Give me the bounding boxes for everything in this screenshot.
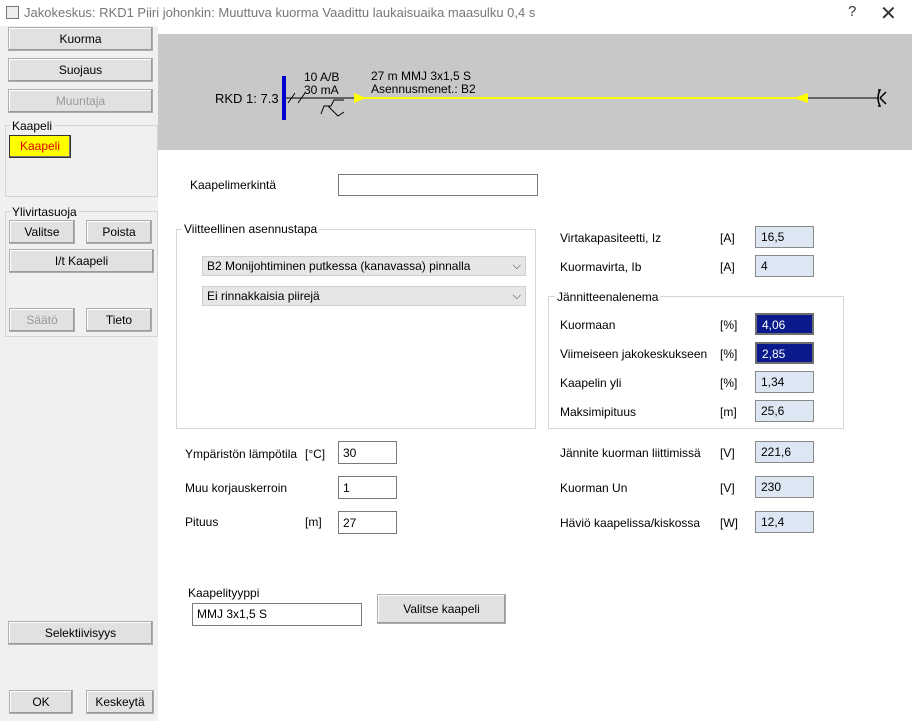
pituus-input[interactable] bbox=[338, 511, 397, 534]
load-symbol-icon bbox=[877, 89, 887, 107]
rcd-symbol bbox=[320, 99, 345, 117]
kuorman-un-value: 230 bbox=[755, 476, 814, 498]
lampotila-input[interactable] bbox=[338, 441, 397, 464]
asennustapa-select-value: B2 Monijohtiminen putkessa (kanavassa) p… bbox=[207, 259, 471, 273]
kaapelimerkinta-input[interactable] bbox=[338, 174, 538, 196]
iz-unit: [A] bbox=[720, 231, 735, 245]
iz-value: 16,5 bbox=[755, 226, 814, 248]
kaapelin-yli-label: Kaapelin yli bbox=[560, 376, 622, 390]
chevron-down-icon: ⌵ bbox=[512, 290, 521, 302]
arrow-left-icon bbox=[794, 93, 808, 103]
ok-button[interactable]: OK bbox=[9, 690, 73, 714]
poista-button[interactable]: Poista bbox=[86, 220, 152, 244]
selektiivisyys-button[interactable]: Selektiivisyys bbox=[8, 621, 153, 645]
help-icon[interactable]: ? bbox=[848, 3, 856, 20]
kuorma-button[interactable]: Kuorma bbox=[8, 27, 153, 51]
jannite-kuorma-value: 221,6 bbox=[755, 441, 814, 463]
viimeiseen-value: 2,85 bbox=[755, 342, 814, 364]
havio-unit: [W] bbox=[720, 516, 738, 530]
ylivirtasuoja-group-label: Ylivirtasuoja bbox=[10, 205, 79, 219]
jannite-kuorma-label: Jännite kuorman liittimissä bbox=[560, 446, 701, 460]
circuit-diagram: RKD 1: 7.3 10 A/B 30 mA 27 m MMJ 3x1,5 S… bbox=[158, 34, 912, 150]
kaapeli-group-label: Kaapeli bbox=[10, 119, 55, 133]
valitse-button[interactable]: Valitse bbox=[9, 220, 75, 244]
jannite-kuorma-unit: [V] bbox=[720, 446, 735, 460]
busbar-mark bbox=[282, 76, 286, 120]
kaapeli-button[interactable]: Kaapeli bbox=[9, 135, 71, 158]
kuormaan-unit: [%] bbox=[720, 318, 738, 332]
rcd-label: 30 mA bbox=[304, 83, 339, 97]
ib-label: Kuormavirta, Ib bbox=[560, 260, 642, 274]
source-label: RKD 1: 7.3 bbox=[215, 91, 279, 106]
keskeyta-button[interactable]: Keskeytä bbox=[86, 690, 154, 714]
rinnakkais-select[interactable]: Ei rinnakkaisia piirejä ⌵ bbox=[202, 286, 526, 306]
iz-label: Virtakapasiteetti, Iz bbox=[560, 231, 662, 245]
rinnakkais-select-value: Ei rinnakkaisia piirejä bbox=[207, 289, 320, 303]
kuormaan-label: Kuormaan bbox=[560, 318, 616, 332]
kaapelityyppi-value[interactable]: MMJ 3x1,5 S bbox=[192, 603, 362, 626]
window-title: Jakokeskus: RKD1 Piiri johonkin: Muuttuv… bbox=[24, 5, 536, 20]
it-kaapeli-button[interactable]: I/t Kaapeli bbox=[9, 249, 154, 273]
install-label: Asennusmenet.: B2 bbox=[371, 82, 476, 96]
havio-value: 12,4 bbox=[755, 511, 814, 533]
viimeiseen-label: Viimeiseen jakokeskukseen bbox=[560, 347, 708, 361]
kaapelimerkinta-label: Kaapelimerkintä bbox=[190, 178, 277, 192]
havio-label: Häviö kaapelissa/kiskossa bbox=[560, 516, 701, 530]
kuorman-un-unit: [V] bbox=[720, 481, 735, 495]
cable-label: 27 m MMJ 3x1,5 S bbox=[371, 69, 472, 83]
arrow-right-icon bbox=[354, 93, 366, 103]
maksimipituus-value: 25,6 bbox=[755, 400, 814, 422]
valitse-kaapeli-button[interactable]: Valitse kaapeli bbox=[377, 594, 506, 624]
app-icon bbox=[6, 6, 19, 19]
ib-value: 4 bbox=[755, 255, 814, 277]
chevron-down-icon: ⌵ bbox=[512, 260, 521, 272]
kaapelityyppi-label: Kaapelityyppi bbox=[188, 586, 260, 600]
tieto-button[interactable]: Tieto bbox=[86, 308, 152, 332]
ib-unit: [A] bbox=[720, 260, 735, 274]
lampotila-unit: [°C] bbox=[305, 447, 326, 461]
viimeiseen-unit: [%] bbox=[720, 347, 738, 361]
asennustapa-select[interactable]: B2 Monijohtiminen putkessa (kanavassa) p… bbox=[202, 256, 526, 276]
jannitteenalenema-group-label: Jännitteenalenema bbox=[555, 290, 661, 304]
pituus-unit: [m] bbox=[305, 515, 322, 529]
korjaus-input[interactable] bbox=[338, 476, 397, 499]
lampotila-label: Ympäristön lämpötila bbox=[185, 447, 298, 461]
maksimipituus-unit: [m] bbox=[720, 405, 737, 419]
kuormaan-value: 4,06 bbox=[755, 313, 814, 335]
pituus-label: Pituus bbox=[185, 515, 219, 529]
close-icon[interactable]: ✕ bbox=[880, 1, 897, 26]
kuorman-un-label: Kuorman Un bbox=[560, 481, 628, 495]
protect-rating-label: 10 A/B bbox=[304, 70, 340, 84]
muuntaja-button[interactable]: Muuntaja bbox=[8, 89, 153, 113]
asennustapa-group-label: Viitteellinen asennustapa bbox=[182, 222, 320, 236]
suojaus-button[interactable]: Suojaus bbox=[8, 58, 153, 82]
saato-button[interactable]: Säätö bbox=[9, 308, 75, 332]
kaapelin-yli-unit: [%] bbox=[720, 376, 738, 390]
kaapelin-yli-value: 1,34 bbox=[755, 371, 814, 393]
korjaus-label: Muu korjauskerroin bbox=[185, 481, 288, 495]
maksimipituus-label: Maksimipituus bbox=[560, 405, 637, 419]
